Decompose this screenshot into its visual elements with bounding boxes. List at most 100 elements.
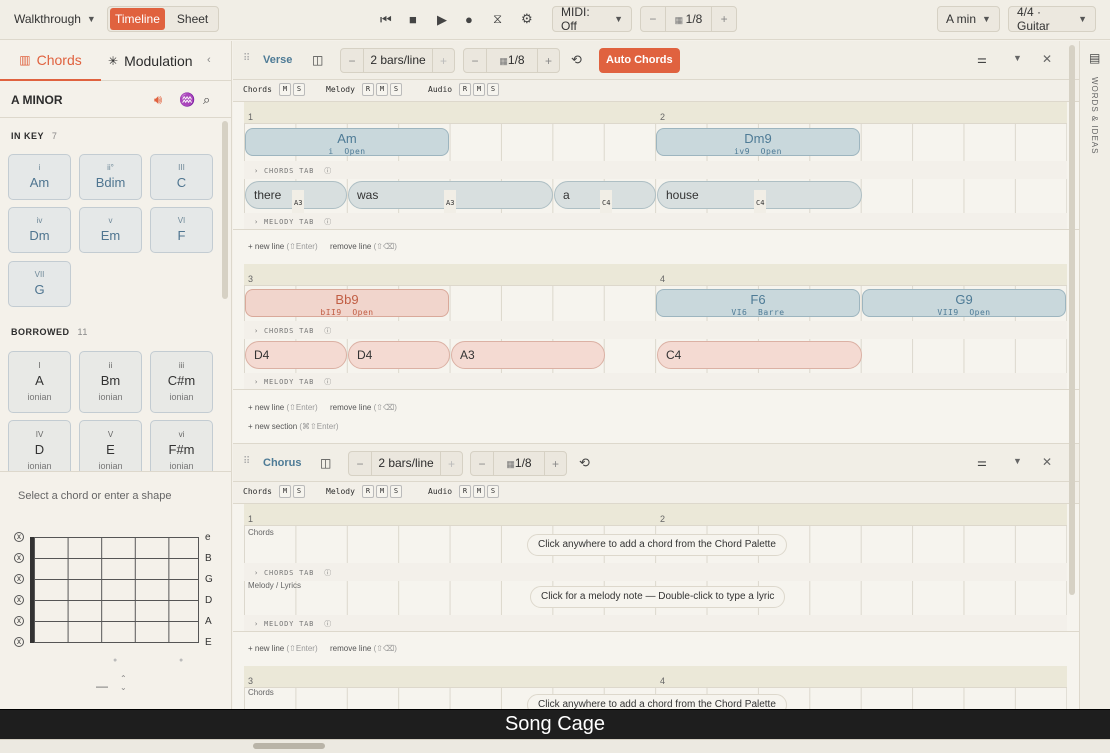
close-icon[interactable]: ✕ — [1042, 455, 1052, 469]
melody-tab-toggle[interactable]: › MELODY TAB ⓘ — [244, 213, 1067, 229]
chord-block[interactable]: F6 VI6 Barre — [656, 289, 860, 317]
lyric-note[interactable]: a C4 — [554, 181, 656, 216]
add-chord-hint[interactable]: Click anywhere to add a chord from the C… — [527, 694, 787, 709]
solo-button[interactable]: S — [487, 83, 499, 96]
horizontal-scrollbar[interactable] — [253, 743, 325, 749]
melody-note[interactable]: A3 — [451, 341, 605, 369]
bars-decrease-button[interactable]: − — [349, 457, 371, 471]
record-arm-button[interactable]: R — [362, 83, 374, 96]
timeline-scrollbar[interactable] — [1069, 45, 1075, 595]
borrowed-card[interactable]: I Aionian — [8, 351, 71, 413]
chord-block[interactable]: Am i Open — [245, 128, 449, 156]
record-arm-button[interactable]: R — [459, 83, 471, 96]
chord-card-iii[interactable]: III C — [150, 154, 213, 200]
chevron-down-icon[interactable]: ▼ — [1013, 53, 1022, 63]
chords-tab-toggle[interactable]: › CHORDS TAB ⓘ — [244, 161, 1067, 179]
new-section-link[interactable]: + new section (⌘⇧Enter) — [248, 422, 339, 431]
fret-position-stepper-icon[interactable]: ⌃ ⌄ — [120, 674, 127, 692]
mute-button[interactable]: M — [473, 83, 485, 96]
solo-button[interactable]: S — [487, 485, 499, 498]
lyric-note[interactable]: there A3 — [245, 181, 347, 216]
chevron-down-icon[interactable]: ▼ — [1013, 456, 1022, 466]
fretboard-grid[interactable] — [30, 537, 199, 643]
grid-increase-button[interactable]: + — [538, 54, 559, 68]
mute-button[interactable]: M — [279, 83, 291, 96]
remove-line-link[interactable]: remove line (⇧⌫) — [330, 242, 397, 251]
notebook-icon[interactable]: ▤ — [1089, 51, 1100, 65]
mute-string-toggle[interactable]: x — [14, 637, 24, 647]
borrowed-card[interactable]: iii C#m ionian — [150, 351, 213, 413]
chord-card-vi[interactable]: VI F — [150, 207, 213, 253]
add-melody-hint[interactable]: Click for a melody note — Double-click t… — [530, 586, 786, 608]
bars-increase-button[interactable]: + — [441, 457, 462, 471]
close-icon[interactable]: ✕ — [1042, 52, 1052, 66]
melody-tab-toggle[interactable]: › MELODY TAB ⓘ — [244, 615, 1067, 631]
record-arm-button[interactable]: R — [459, 485, 471, 498]
skip-back-icon[interactable]: ⏮ — [380, 12, 392, 28]
chords-tab-toggle[interactable]: › CHORDS TAB ⓘ — [244, 563, 1067, 581]
lyric-note[interactable]: house C4 — [657, 181, 862, 216]
mute-button[interactable]: M — [376, 83, 388, 96]
grid-increase-button[interactable]: + — [712, 12, 736, 26]
sliders-icon[interactable]: ⚌ — [977, 53, 987, 66]
key-dropdown[interactable]: A min ▼ — [937, 6, 1000, 32]
mute-string-toggle[interactable]: x — [14, 553, 24, 563]
play-icon[interactable]: ▶ — [437, 12, 447, 28]
sheet-tab[interactable]: Sheet — [165, 8, 220, 30]
chord-card-i[interactable]: i Am — [8, 154, 71, 200]
new-line-link[interactable]: + new line (⇧Enter) — [248, 242, 318, 251]
metronome-icon[interactable]: ⧖ — [493, 11, 502, 27]
tab-modulation[interactable]: ✳ Modulation — [108, 41, 202, 81]
chord-block[interactable]: G9 VII9 Open — [862, 289, 1066, 317]
mute-string-toggle[interactable]: x — [14, 532, 24, 542]
waveform-icon[interactable]: ♒ — [179, 92, 195, 108]
mute-button[interactable]: M — [376, 485, 388, 498]
borrowed-card[interactable]: ii Bm ionian — [79, 351, 142, 413]
chord-block[interactable]: Dm9 iv9 Open — [656, 128, 860, 156]
record-icon[interactable]: ● — [465, 12, 473, 27]
grid-decrease-button[interactable]: − — [464, 54, 486, 68]
walkthrough-dropdown[interactable]: Walkthrough ▼ — [6, 6, 104, 32]
palette-scrollbar[interactable] — [222, 121, 228, 299]
melody-note[interactable]: D4 — [245, 341, 347, 369]
mute-string-toggle[interactable]: x — [14, 574, 24, 584]
melody-note[interactable]: C4 — [657, 341, 862, 369]
timeline-tab[interactable]: Timeline — [110, 8, 165, 30]
drag-handle-icon[interactable]: ⠿ — [243, 456, 250, 467]
chords-tab-toggle[interactable]: › CHORDS TAB ⓘ — [244, 321, 1067, 339]
grid-decrease-button[interactable]: − — [641, 12, 665, 26]
grid-decrease-button[interactable]: − — [471, 457, 493, 471]
auto-chords-button[interactable]: Auto Chords — [599, 48, 680, 73]
meter-instrument-dropdown[interactable]: 4/4 · Guitar ▼ — [1008, 5, 1096, 33]
chord-card-vii[interactable]: VII G — [8, 261, 71, 307]
drag-handle-icon[interactable]: ⠿ — [243, 53, 250, 64]
melody-note[interactable]: D4 — [348, 341, 450, 369]
section-name[interactable]: Verse — [263, 54, 292, 66]
layout-icon[interactable]: ◫ — [312, 53, 323, 67]
chord-card-ii[interactable]: ii° Bdim — [79, 154, 142, 200]
words-ideas-sidebar[interactable]: ▤ WORDS & IDEAS — [1079, 41, 1110, 709]
solo-button[interactable]: S — [390, 83, 402, 96]
solo-button[interactable]: S — [293, 83, 305, 96]
search-icon[interactable]: ⌕ — [203, 92, 210, 108]
bars-increase-button[interactable]: + — [433, 54, 454, 68]
tab-chords[interactable]: ▥ Chords — [0, 41, 101, 81]
sliders-icon[interactable]: ⚌ — [977, 456, 987, 469]
settings-gear-icon[interactable]: ⚙ — [521, 11, 533, 27]
loop-icon[interactable]: ⟲ — [579, 455, 590, 471]
mute-string-toggle[interactable]: x — [14, 616, 24, 626]
solo-button[interactable]: S — [390, 485, 402, 498]
new-line-link[interactable]: + new line (⇧Enter) — [248, 403, 318, 412]
mute-button[interactable]: M — [279, 485, 291, 498]
loop-icon[interactable]: ⟲ — [571, 52, 582, 68]
chord-card-v[interactable]: v Em — [79, 207, 142, 253]
grid-increase-button[interactable]: + — [545, 457, 566, 471]
midi-dropdown[interactable]: MIDI: Off ▼ — [552, 5, 632, 33]
melody-tab-toggle[interactable]: › MELODY TAB ⓘ — [244, 373, 1067, 389]
stop-icon[interactable]: ■ — [409, 12, 417, 27]
mute-button[interactable]: M — [473, 485, 485, 498]
mute-string-toggle[interactable]: x — [14, 595, 24, 605]
remove-line-link[interactable]: remove line (⇧⌫) — [330, 403, 397, 412]
add-chord-hint[interactable]: Click anywhere to add a chord from the C… — [527, 534, 787, 556]
new-line-link[interactable]: + new line (⇧Enter) — [248, 644, 318, 653]
